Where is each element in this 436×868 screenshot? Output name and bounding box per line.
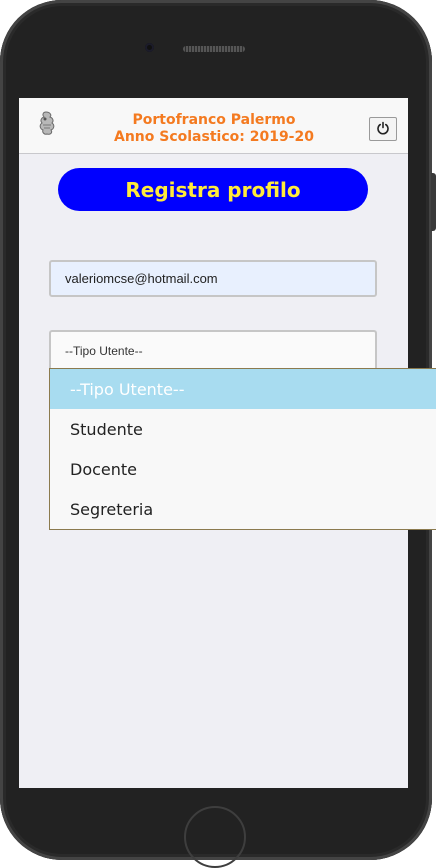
- portofranco-logo-icon: [36, 110, 58, 136]
- option-studente[interactable]: Studente: [50, 409, 436, 449]
- logout-button[interactable]: [369, 117, 397, 141]
- option-tipo-utente[interactable]: --Tipo Utente--: [50, 369, 436, 409]
- power-icon: [376, 120, 390, 139]
- user-type-dropdown: --Tipo Utente-- Studente Docente Segrete…: [49, 368, 436, 530]
- page-title: Portofranco Palermo Anno Scolastico: 201…: [89, 112, 339, 146]
- register-profile-button[interactable]: Registra profilo: [58, 168, 368, 211]
- side-button: [431, 173, 436, 231]
- front-camera: [145, 43, 154, 52]
- home-button[interactable]: [184, 806, 246, 868]
- user-type-select[interactable]: --Tipo Utente--: [49, 330, 377, 370]
- header-title-line-2: Anno Scolastico: 2019-20: [114, 129, 314, 145]
- app-header: Portofranco Palermo Anno Scolastico: 201…: [19, 98, 408, 154]
- app-screen: Portofranco Palermo Anno Scolastico: 201…: [19, 98, 436, 788]
- option-docente[interactable]: Docente: [50, 449, 436, 489]
- option-segreteria[interactable]: Segreteria: [50, 489, 436, 529]
- email-field[interactable]: [49, 260, 377, 297]
- earpiece-speaker: [183, 46, 245, 52]
- header-title-line-1: Portofranco Palermo: [132, 112, 296, 128]
